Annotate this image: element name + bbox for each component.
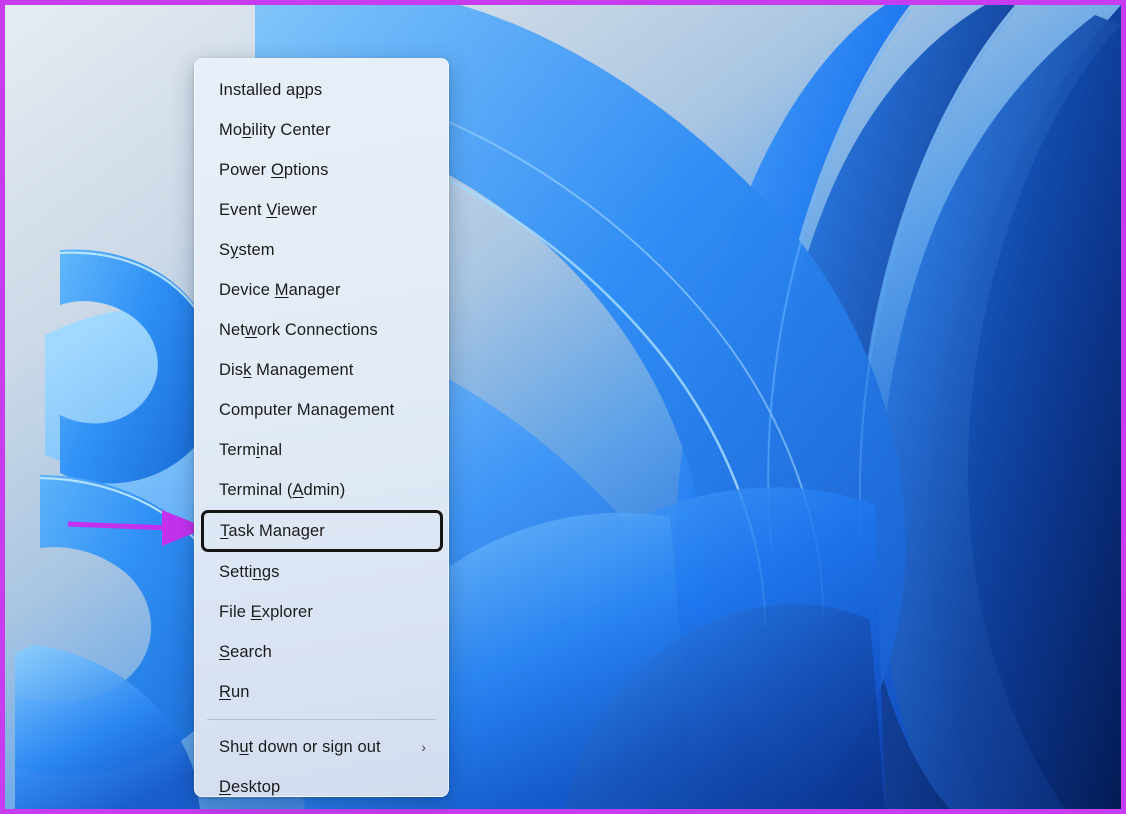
menu-item-event-viewer[interactable]: Event Viewer [195, 190, 448, 230]
menu-item-label: Search [219, 642, 272, 661]
menu-item-terminal-admin[interactable]: Terminal (Admin) [195, 470, 448, 510]
desktop-wallpaper [5, 5, 1121, 809]
menu-item-power-options[interactable]: Power Options [195, 150, 448, 190]
menu-item-system[interactable]: System [195, 230, 448, 270]
highlight-arrow [67, 510, 207, 546]
menu-item-computer-management[interactable]: Computer Management [195, 390, 448, 430]
screenshot-root: Installed apps Mobility Center Power Optio… [0, 0, 1126, 814]
menu-item-settings[interactable]: Settings [195, 552, 448, 592]
menu-item-label: Settings [219, 562, 280, 581]
menu-item-network-connections[interactable]: Network Connections [195, 310, 448, 350]
win-x-power-user-menu[interactable]: Installed apps Mobility Center Power Optio… [194, 58, 449, 797]
menu-item-run[interactable]: Run [195, 672, 448, 712]
menu-item-device-manager[interactable]: Device Manager [195, 270, 448, 310]
menu-item-label: Desktop [219, 777, 281, 796]
menu-item-mobility-center[interactable]: Mobility Center [195, 110, 448, 150]
menu-item-label: File Explorer [219, 602, 313, 621]
menu-item-installed-apps[interactable]: Installed apps [195, 70, 448, 110]
menu-item-label: System [219, 240, 275, 259]
menu-item-label: Disk Management [219, 360, 354, 379]
menu-item-label: Event Viewer [219, 200, 318, 219]
menu-item-disk-management[interactable]: Disk Management [195, 350, 448, 390]
menu-item-search[interactable]: Search [195, 632, 448, 672]
wallpaper-bloom-graphic [5, 5, 1121, 809]
menu-item-desktop[interactable]: Desktop [195, 767, 448, 796]
chevron-right-icon: › [421, 739, 426, 755]
menu-item-task-manager[interactable]: Task Manager [196, 510, 447, 552]
menu-item-label: Device Manager [219, 280, 341, 299]
menu-item-label: Shut down or sign out [219, 737, 381, 756]
menu-item-file-explorer[interactable]: File Explorer [195, 592, 448, 632]
menu-item-label: Computer Management [219, 400, 395, 419]
menu-item-label: Installed apps [219, 80, 323, 99]
menu-item-label: Terminal (Admin) [219, 480, 346, 499]
menu-item-label: Terminal [219, 440, 283, 459]
menu-separator [207, 719, 436, 720]
menu-item-label: Mobility Center [219, 120, 331, 139]
menu-item-shut-down-or-sign-out[interactable]: Shut down or sign out › [195, 727, 448, 767]
menu-item-terminal[interactable]: Terminal [195, 430, 448, 470]
menu-item-label: Task Manager [220, 521, 325, 540]
menu-item-label: Power Options [219, 160, 329, 179]
menu-item-label: Run [219, 682, 250, 701]
menu-item-label: Network Connections [219, 320, 378, 339]
